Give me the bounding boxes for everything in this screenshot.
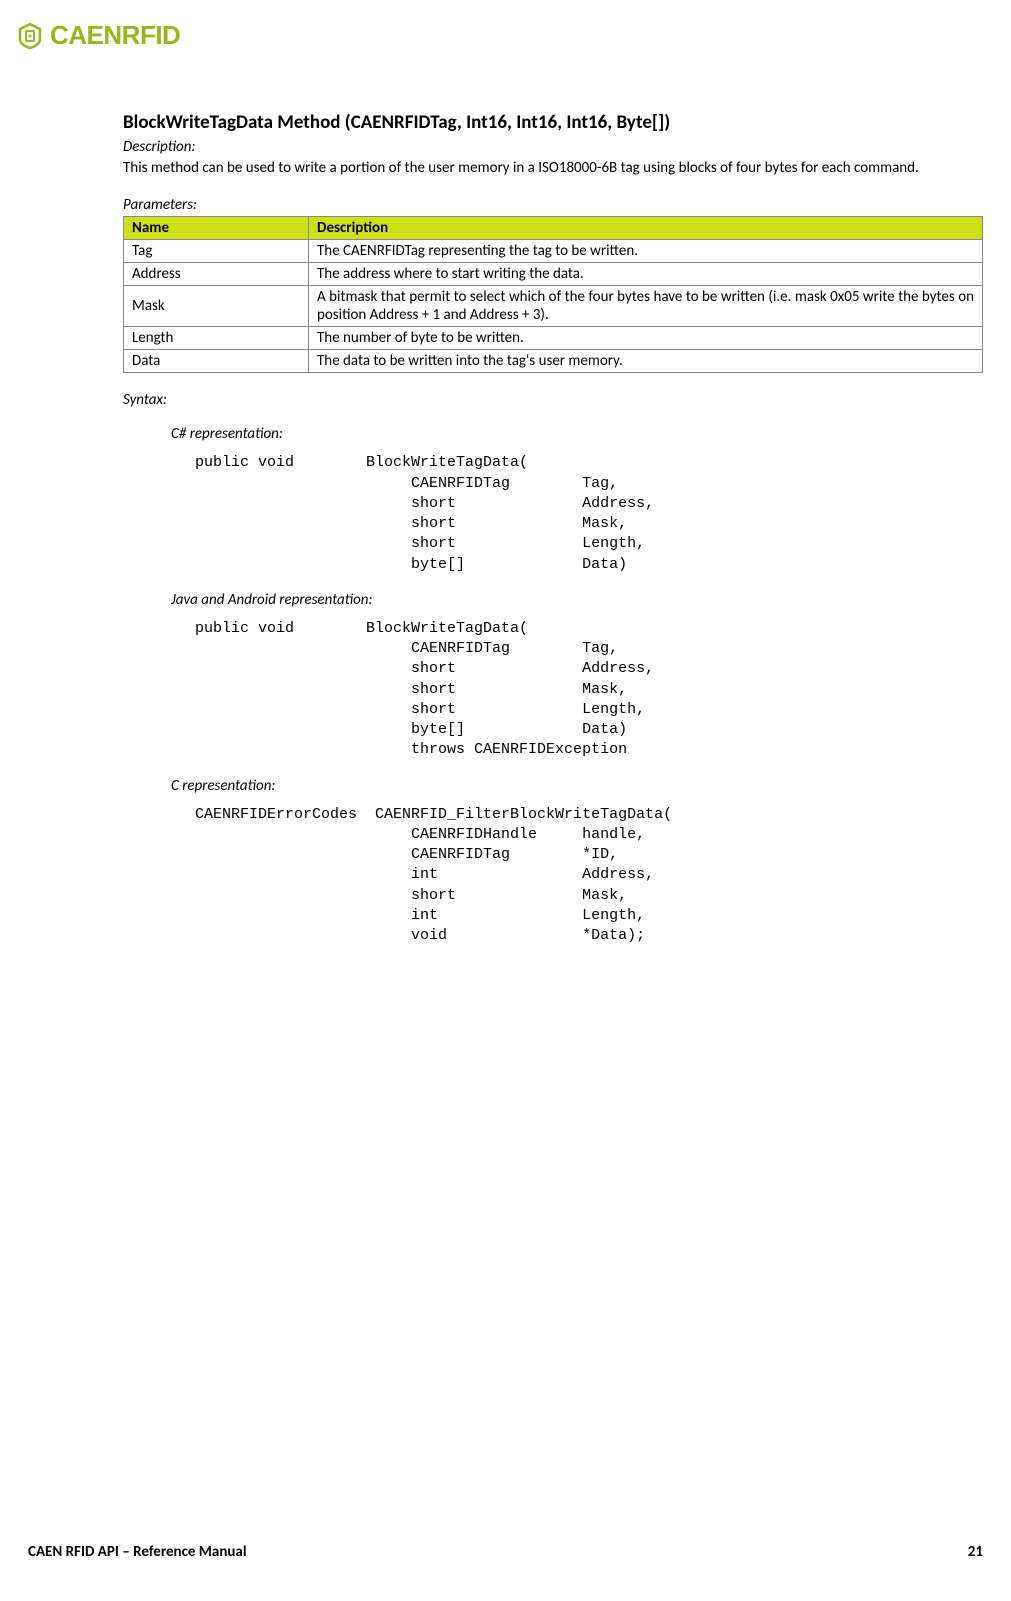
param-header-name: Name [124, 217, 309, 240]
syntax-label: Syntax: [123, 391, 983, 409]
table-row: Tag The CAENRFIDTag representing the tag… [124, 240, 983, 263]
c-code: CAENRFIDErrorCodes CAENRFID_FilterBlockW… [195, 805, 983, 947]
shield-icon [16, 22, 44, 50]
brand-logo: CAENRFID [16, 20, 983, 51]
csharp-label: C# representation: [171, 425, 983, 443]
table-row: Length The number of byte to be written. [124, 327, 983, 350]
param-name: Mask [124, 286, 309, 327]
java-code: public void BlockWriteTagData( CAENRFIDT… [195, 619, 983, 761]
param-name: Tag [124, 240, 309, 263]
document-content: BlockWriteTagData Method (CAENRFIDTag, I… [123, 111, 983, 946]
java-label: Java and Android representation: [171, 591, 983, 609]
param-desc: The address where to start writing the d… [309, 263, 983, 286]
parameters-table: Name Description Tag The CAENRFIDTag rep… [123, 216, 983, 373]
param-desc: A bitmask that permit to select which of… [309, 286, 983, 327]
param-desc: The number of byte to be written. [309, 327, 983, 350]
description-text: This method can be used to write a porti… [123, 158, 983, 178]
param-name: Address [124, 263, 309, 286]
footer-title: CAEN RFID API – Reference Manual [28, 1543, 247, 1561]
c-label: C representation: [171, 777, 983, 795]
param-name: Data [124, 350, 309, 373]
param-header-desc: Description [309, 217, 983, 240]
page-footer: CAEN RFID API – Reference Manual 21 [28, 1543, 983, 1561]
param-desc: The CAENRFIDTag representing the tag to … [309, 240, 983, 263]
parameters-label: Parameters: [123, 196, 983, 214]
csharp-code: public void BlockWriteTagData( CAENRFIDT… [195, 453, 983, 575]
method-title: BlockWriteTagData Method (CAENRFIDTag, I… [123, 111, 983, 134]
page-number: 21 [968, 1543, 983, 1561]
param-name: Length [124, 327, 309, 350]
table-row: Mask A bitmask that permit to select whi… [124, 286, 983, 327]
param-desc: The data to be written into the tag's us… [309, 350, 983, 373]
brand-name: CAENRFID [50, 20, 180, 51]
table-row: Data The data to be written into the tag… [124, 350, 983, 373]
description-label: Description: [123, 138, 983, 156]
table-row: Address The address where to start writi… [124, 263, 983, 286]
